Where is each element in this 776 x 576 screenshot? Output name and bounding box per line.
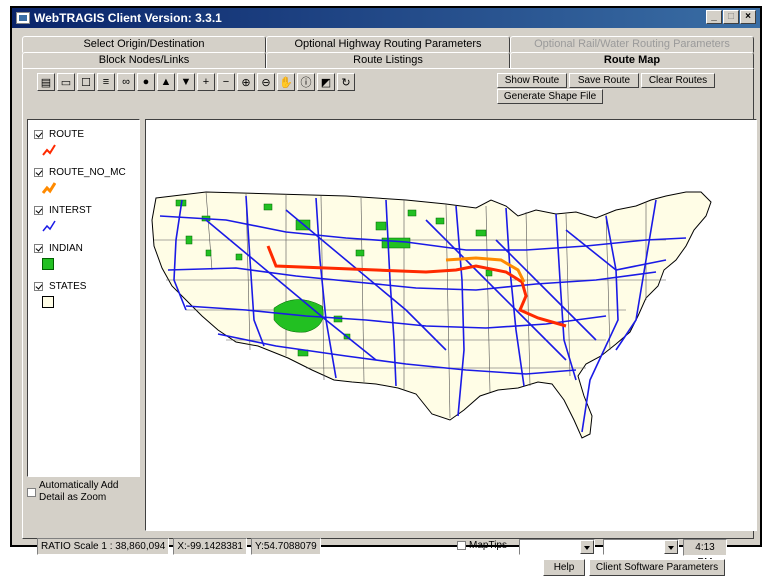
- clear-routes-button[interactable]: Clear Routes: [641, 73, 715, 88]
- route-line-symbol: [42, 144, 56, 156]
- us-map: [151, 191, 712, 439]
- tab-rail-water-routing-parameters[interactable]: Optional Rail/Water Routing Parameters: [510, 36, 754, 53]
- layer-legend: ROUTE ROUTE_NO_MC INTERST INDIAN STATES: [27, 119, 140, 477]
- pan-hand-icon[interactable]: ✋: [277, 73, 295, 91]
- ratio-scale-readout: RATIO Scale 1 : 38,860,094: [37, 537, 170, 555]
- layer-add-icon[interactable]: +: [197, 73, 215, 91]
- maptips-field-select[interactable]: [603, 539, 679, 555]
- legend-layer-route[interactable]: ROUTE: [34, 128, 84, 140]
- auto-add-detail-option[interactable]: Automatically Add Detail as Zoom: [27, 480, 119, 504]
- close-button[interactable]: ×: [740, 10, 756, 24]
- interst-layer-label: INTERST: [49, 204, 92, 216]
- route-map-panel: ▤ ▭ ☐ ≡ ∞ ● ▲ ▼ + − ⊕ ⊖ ✋ ⓘ ◩ ↻ Show Route Save Route C…: [22, 68, 757, 576]
- title-bar: WebTRAGIS Client Version: 3.3.1 _ □ ×: [12, 8, 760, 28]
- status-bar: RATIO Scale 1 : 38,860,094 X:-99.1428381…: [37, 537, 321, 555]
- clock: 4:13 PM: [683, 539, 727, 568]
- legend-layer-interst[interactable]: INTERST: [34, 204, 92, 216]
- show-route-button[interactable]: Show Route: [497, 73, 567, 88]
- tab-row-top: Select Origin/Destination Optional Highw…: [22, 36, 754, 53]
- auto-add-label-line2: Detail as Zoom: [39, 492, 107, 503]
- maptips-toggle[interactable]: MapTips: [457, 540, 507, 551]
- globe-icon[interactable]: ●: [137, 73, 155, 91]
- indian-layer-label: INDIAN: [49, 242, 83, 254]
- zoom-out-icon[interactable]: ⊖: [257, 73, 275, 91]
- indian-fill-symbol: [42, 258, 54, 270]
- zoom-in-icon[interactable]: ⊕: [237, 73, 255, 91]
- map-toolbar: ▤ ▭ ☐ ≡ ∞ ● ▲ ▼ + − ⊕ ⊖ ✋ ⓘ ◩ ↻: [37, 73, 355, 91]
- legend-layer-states[interactable]: STATES: [34, 280, 86, 292]
- tab-row-bottom: Block Nodes/Links Route Listings Route M…: [22, 52, 754, 69]
- save-route-button[interactable]: Save Route: [569, 73, 639, 88]
- route-layer-checkbox[interactable]: [34, 129, 43, 139]
- x-coordinate-readout: X:-99.1428381: [173, 537, 247, 555]
- identify-icon[interactable]: ◩: [317, 73, 335, 91]
- route-layer-label: ROUTE: [49, 128, 84, 140]
- auto-add-detail-checkbox[interactable]: [27, 488, 36, 497]
- binoculars-icon[interactable]: ∞: [117, 73, 135, 91]
- app-icon: [16, 12, 30, 24]
- add-layer-icon[interactable]: ≡: [97, 73, 115, 91]
- info-icon[interactable]: ⓘ: [297, 73, 315, 91]
- layer-down-icon[interactable]: ▼: [177, 73, 195, 91]
- print-icon[interactable]: ▤: [37, 73, 55, 91]
- minimize-button[interactable]: _: [706, 10, 722, 24]
- states-layer-label: STATES: [49, 280, 87, 292]
- legend-layer-route-no-mc[interactable]: ROUTE_NO_MC: [34, 166, 126, 178]
- maximize-button[interactable]: □: [723, 10, 739, 24]
- layer-up-icon[interactable]: ▲: [157, 73, 175, 91]
- maptips-layer-select[interactable]: [519, 539, 595, 555]
- states-fill-symbol: [42, 296, 54, 308]
- route-no-mc-layer-label: ROUTE_NO_MC: [49, 166, 126, 178]
- route-no-mc-layer-checkbox[interactable]: [34, 167, 43, 177]
- chevron-down-icon[interactable]: [580, 540, 594, 554]
- client-software-parameters-button[interactable]: Client Software Parameters: [589, 559, 725, 576]
- indian-layer-checkbox[interactable]: [34, 243, 43, 253]
- states-layer-checkbox[interactable]: [34, 281, 43, 291]
- y-coordinate-readout: Y:54.7088079: [250, 537, 321, 555]
- layer-remove-icon[interactable]: −: [217, 73, 235, 91]
- maptips-label: MapTips: [469, 540, 507, 551]
- us-land-outline: [151, 191, 712, 439]
- window-title: WebTRAGIS Client Version: 3.3.1: [34, 11, 222, 25]
- refresh-icon[interactable]: ↻: [337, 73, 355, 91]
- maptips-checkbox[interactable]: [457, 541, 466, 550]
- tab-route-map[interactable]: Route Map: [510, 52, 754, 69]
- interst-layer-checkbox[interactable]: [34, 205, 43, 215]
- interst-line-symbol: [42, 220, 56, 232]
- save-icon[interactable]: ▭: [57, 73, 75, 91]
- app-window: WebTRAGIS Client Version: 3.3.1 _ □ × Se…: [10, 6, 762, 576]
- tab-select-origin-destination[interactable]: Select Origin/Destination: [22, 36, 266, 53]
- route-no-mc-line-symbol: [42, 182, 56, 194]
- generate-shape-file-button[interactable]: Generate Shape File: [497, 89, 603, 104]
- auto-add-label-line1: Automatically Add: [39, 480, 119, 491]
- legend-layer-indian[interactable]: INDIAN: [34, 242, 83, 254]
- map-canvas[interactable]: [145, 119, 757, 531]
- layer-properties-icon[interactable]: ☐: [77, 73, 95, 91]
- chevron-down-icon[interactable]: [664, 540, 678, 554]
- tab-highway-routing-parameters[interactable]: Optional Highway Routing Parameters: [266, 36, 510, 53]
- help-button[interactable]: Help: [543, 559, 585, 576]
- tab-block-nodes-links[interactable]: Block Nodes/Links: [22, 52, 266, 69]
- tab-route-listings[interactable]: Route Listings: [266, 52, 510, 69]
